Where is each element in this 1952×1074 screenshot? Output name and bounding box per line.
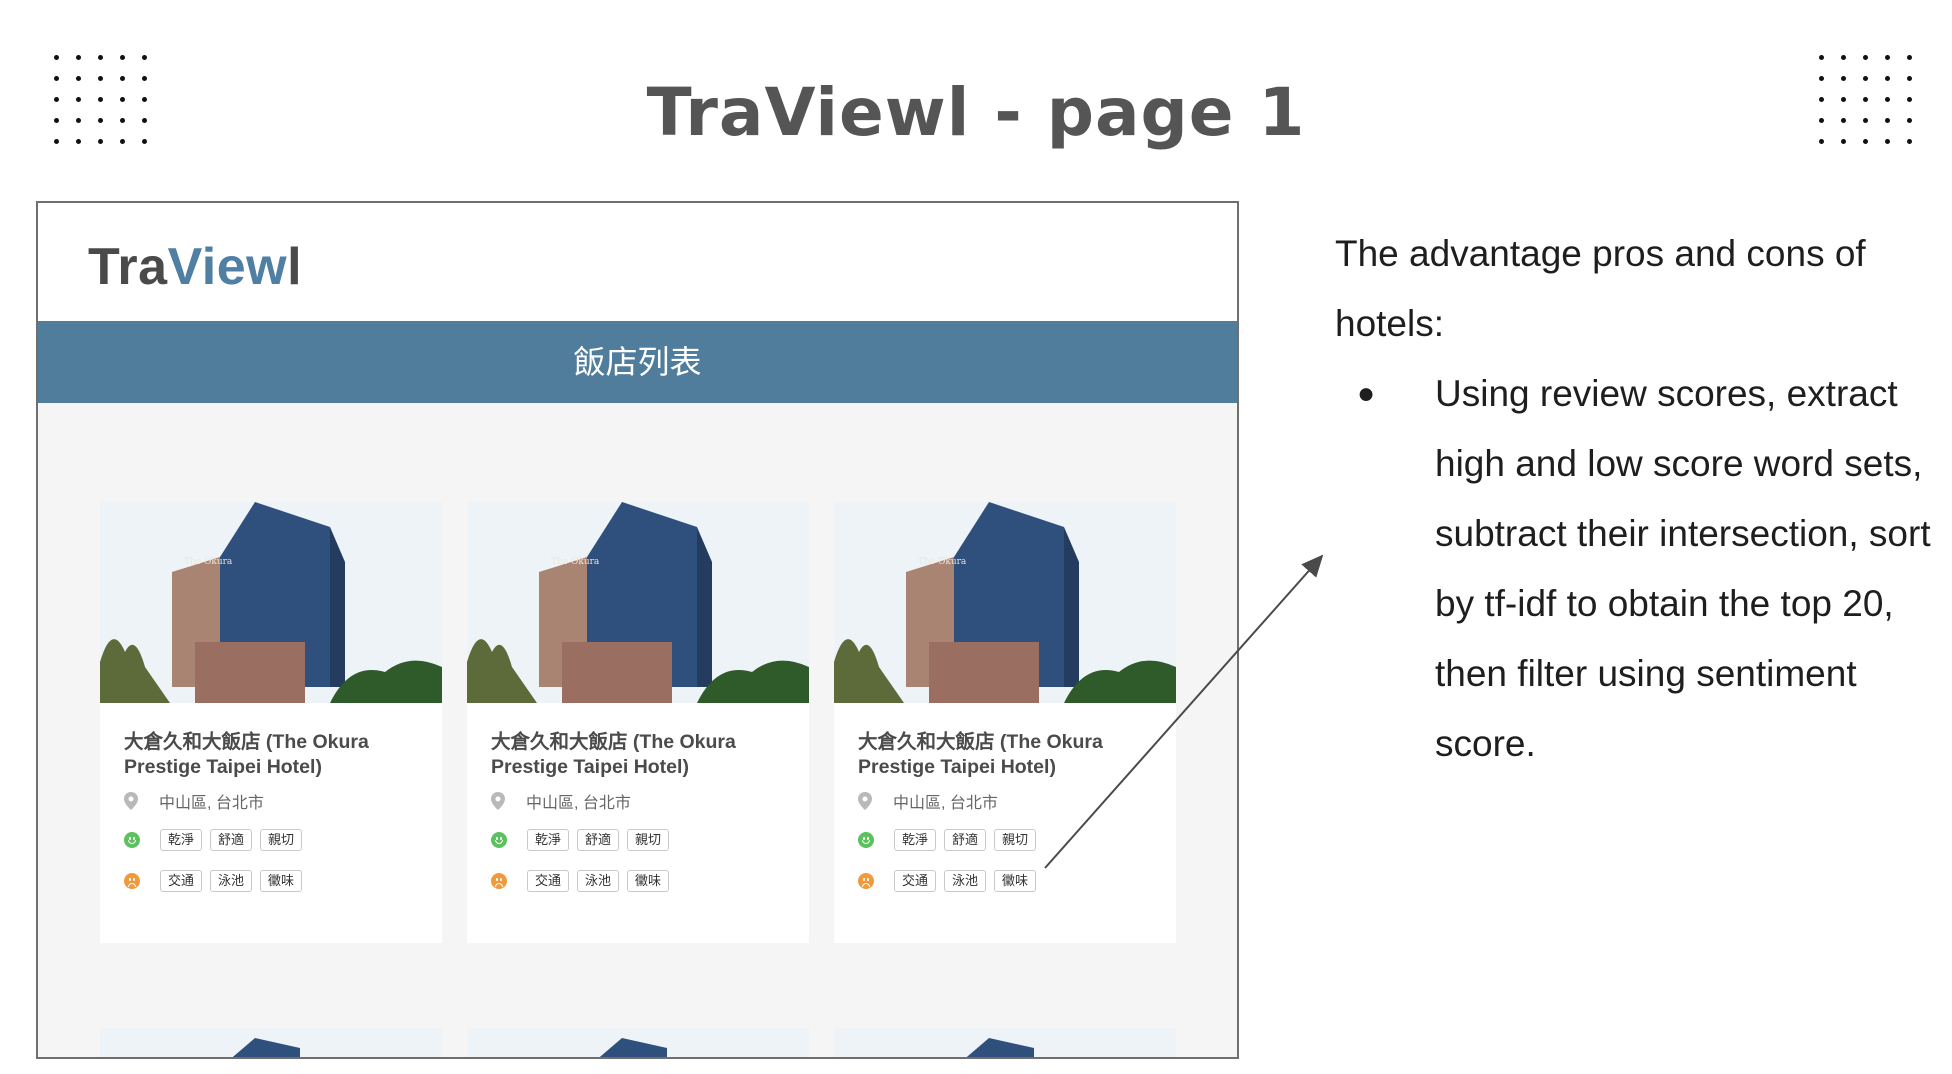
- explanation-bullet: ● Using review scores, extract high and …: [1335, 359, 1935, 779]
- bullet-dot-icon: ●: [1357, 377, 1376, 410]
- explanation-intro: The advantage pros and cons of hotels:: [1335, 233, 1866, 344]
- explanation-panel: The advantage pros and cons of hotels: ●…: [1335, 219, 1935, 779]
- bullet-text: Using review scores, extract high and lo…: [1435, 373, 1931, 764]
- explanation-bullets: ● Using review scores, extract high and …: [1335, 359, 1935, 779]
